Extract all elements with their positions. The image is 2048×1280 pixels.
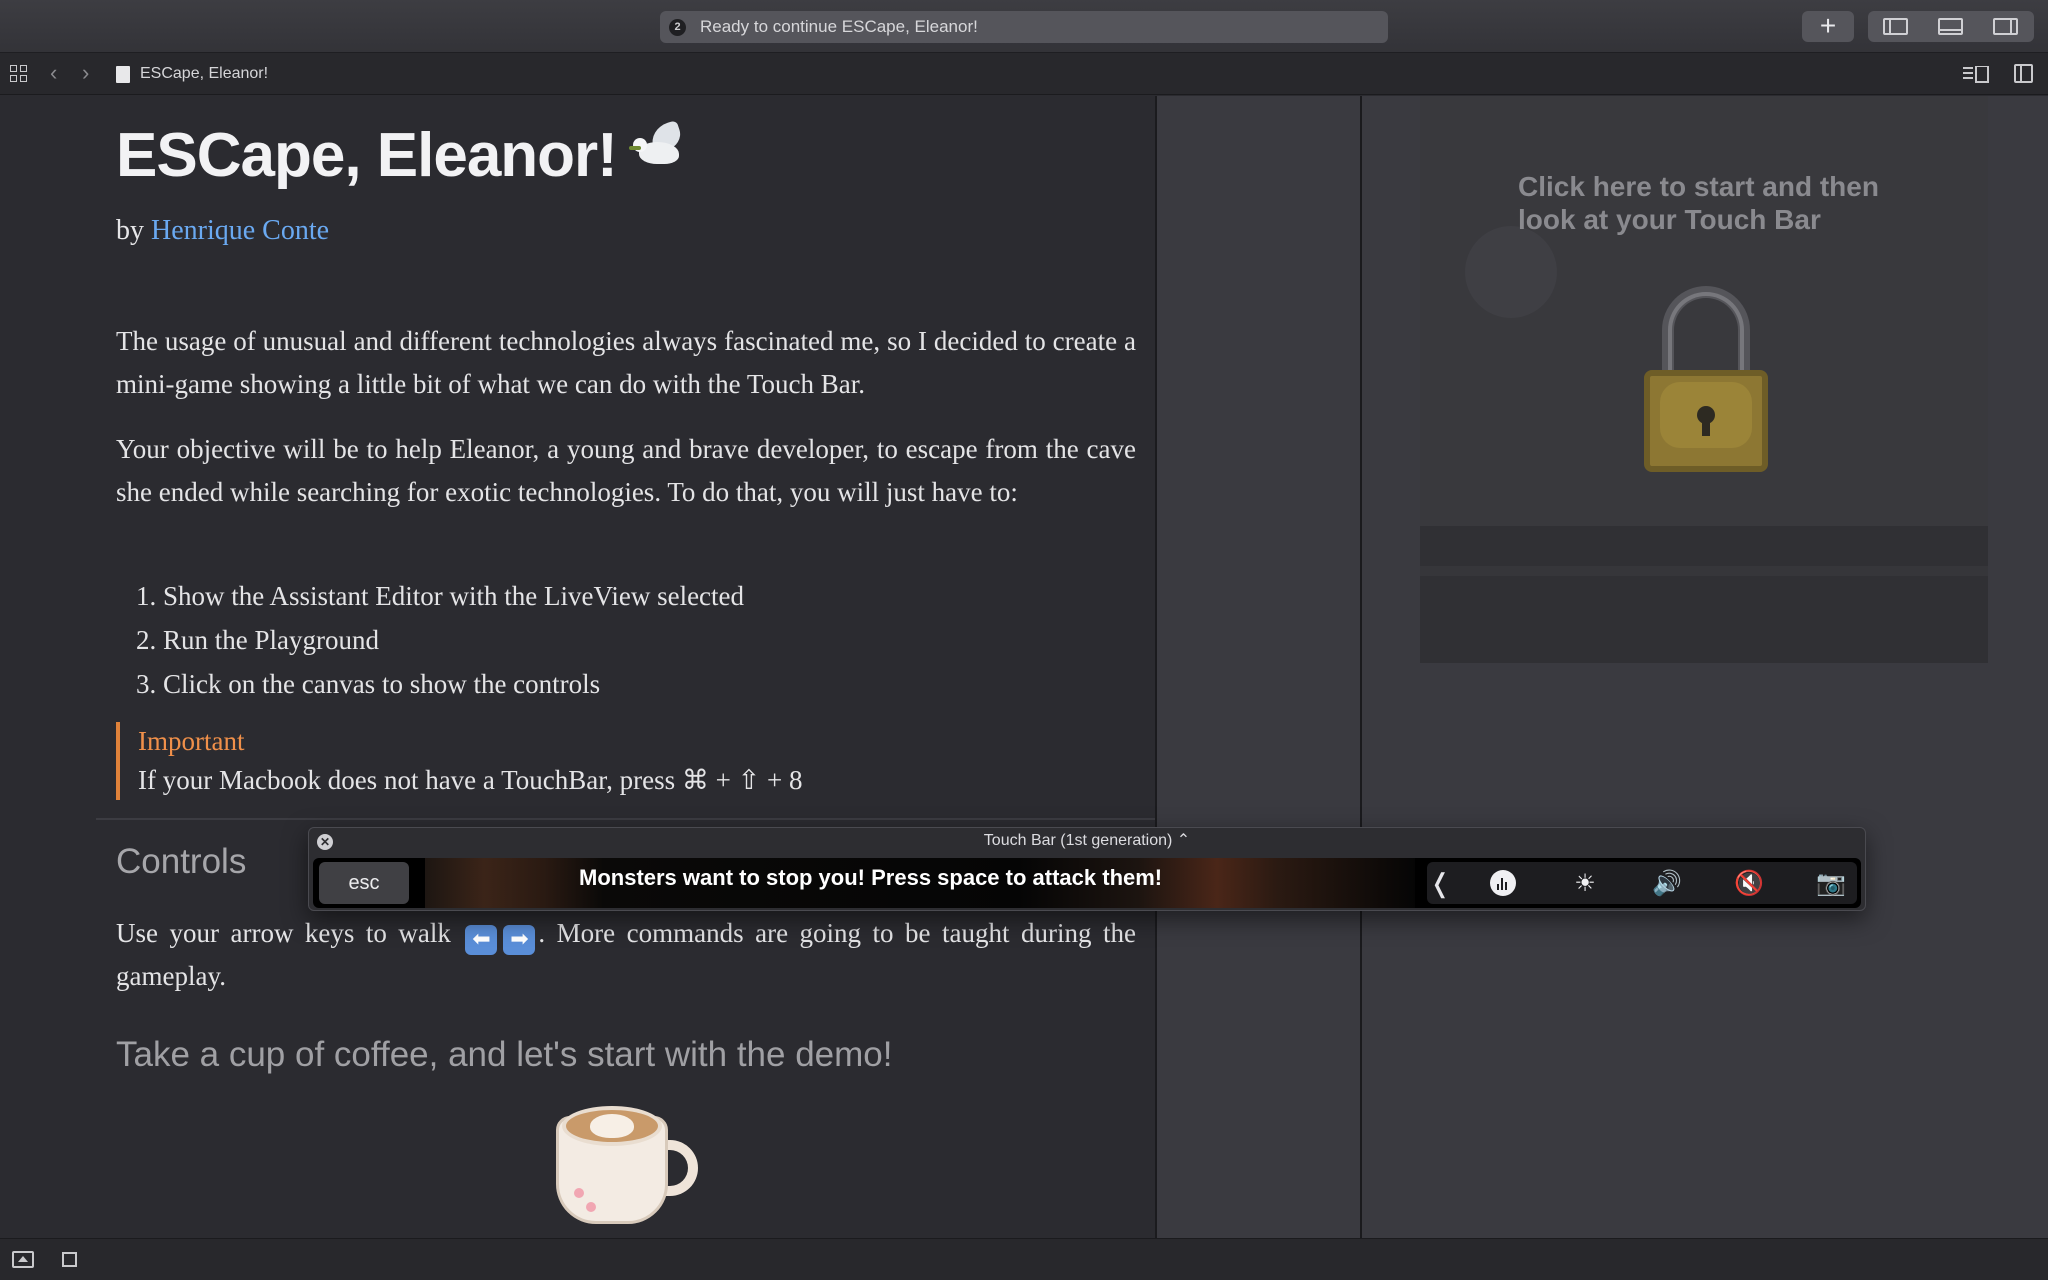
start-prompt: Click here to start and then look at you…	[1518, 171, 1879, 235]
results-sidebar	[1157, 96, 1361, 1238]
mute-icon[interactable]: 🔇	[1719, 862, 1779, 904]
window-toolbar: 2 Ready to continue ESCape, Eleanor! +	[0, 0, 2048, 53]
close-icon[interactable]: ✕	[317, 834, 333, 850]
breadcrumb-file-name[interactable]: ESCape, Eleanor!	[140, 65, 268, 83]
steps-list: 1. Show the Assistant Editor with the Li…	[136, 574, 744, 706]
volume-icon[interactable]: 🔊	[1637, 862, 1697, 904]
live-view-canvas[interactable]: Click here to start and then look at you…	[1420, 96, 1988, 663]
touch-bar-window-title[interactable]: Touch Bar (1st generation) ⌃	[309, 828, 1865, 854]
brightness-icon[interactable]: ☀	[1555, 862, 1615, 904]
right-arrow-key-icon: ➡	[503, 925, 536, 955]
editor-options-icon[interactable]	[1963, 66, 1989, 83]
activity-status-text: Ready to continue ESCape, Eleanor!	[700, 17, 978, 36]
callout-text: If your Macbook does not have a TouchBar…	[138, 765, 803, 795]
forward-arrow-icon[interactable]: ›	[82, 62, 89, 84]
coffee-heading: Take a cup of coffee, and let's start wi…	[116, 1035, 893, 1074]
controls-text-start: Use your arrow keys to walk	[116, 918, 451, 948]
hide-debug-area-icon[interactable]	[12, 1251, 34, 1268]
left-arrow-key-icon: ⬅	[465, 925, 498, 955]
padlock-icon	[1644, 286, 1768, 476]
important-callout: Important If your Macbook does not have …	[116, 722, 1116, 800]
siri-icon[interactable]	[1473, 862, 1533, 904]
moon-graphic	[1465, 226, 1557, 318]
activity-count-badge: 2	[669, 19, 686, 36]
coffee-cup-icon	[552, 1096, 700, 1230]
activity-viewer[interactable]: 2 Ready to continue ESCape, Eleanor!	[660, 11, 1388, 43]
esc-key[interactable]: esc	[319, 862, 409, 904]
related-items-icon[interactable]	[10, 65, 28, 83]
author-link[interactable]: Henrique Conte	[151, 215, 329, 246]
controls-heading: Controls	[116, 842, 247, 881]
page-title-text: ESCape, Eleanor!	[116, 121, 618, 190]
library-add-button[interactable]: +	[1802, 11, 1854, 42]
playground-file-icon	[116, 66, 130, 83]
screenshot-icon[interactable]: 📷	[1801, 862, 1861, 904]
controls-paragraph: Use your arrow keys to walk ⬅ ➡. More com…	[116, 912, 1136, 998]
callout-title: Important	[138, 726, 245, 756]
jump-bar: ‹ › ESCape, Eleanor!	[0, 53, 2048, 95]
add-editor-icon[interactable]	[2014, 64, 2033, 83]
list-item: 2. Run the Playground	[136, 625, 379, 655]
byline: by Henrique Conte	[116, 215, 329, 247]
section-divider	[96, 818, 1155, 820]
cave-floor-edge	[1420, 566, 1988, 576]
objective-paragraph: Your objective will be to help Eleanor, …	[116, 434, 1136, 507]
debug-area-toggle-icon[interactable]	[1938, 18, 1963, 35]
touch-bar-game-scene[interactable]: Monsters want to stop you! Press space t…	[425, 858, 1415, 908]
list-item: 1. Show the Assistant Editor with the Li…	[136, 581, 745, 611]
expand-control-strip-icon[interactable]: ❬	[1429, 862, 1451, 904]
cave-ground	[1420, 526, 1988, 663]
page-title: ESCape, Eleanor!	[116, 120, 693, 191]
navigator-toggle-icon[interactable]	[1883, 18, 1908, 35]
touch-bar: esc Monsters want to stop you! Press spa…	[313, 858, 1861, 908]
byline-prefix: by	[116, 215, 144, 246]
debug-bar	[0, 1238, 2048, 1280]
dove-icon	[628, 120, 693, 182]
panel-toggle-group	[1868, 11, 2034, 42]
touch-bar-window: Touch Bar (1st generation) ⌃ ✕ esc Monst…	[308, 827, 1866, 911]
back-arrow-icon[interactable]: ‹	[50, 62, 57, 84]
list-item: 3. Click on the canvas to show the contr…	[136, 669, 601, 699]
intro-paragraph: The usage of unusual and different techn…	[116, 326, 1136, 399]
game-message: Monsters want to stop you! Press space t…	[579, 865, 1163, 890]
stop-run-icon[interactable]	[62, 1252, 77, 1267]
inspector-toggle-icon[interactable]	[1993, 18, 2018, 35]
